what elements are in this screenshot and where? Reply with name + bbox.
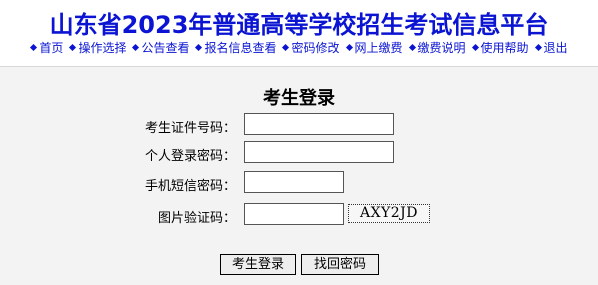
captcha-image[interactable]: AXY2JD <box>348 204 430 223</box>
captcha-input[interactable] <box>244 203 344 225</box>
nav-label: 报名信息查看 <box>204 40 277 55</box>
id-number-label: 考生证件号码： <box>144 121 236 136</box>
diamond-bullet-icon <box>69 43 77 51</box>
site-title: 山东省2023年普通高等学校招生考试信息平台 <box>49 11 549 39</box>
form-row-password: 个人登录密码： <box>0 141 598 165</box>
diamond-bullet-icon <box>345 43 353 51</box>
form-row-id-number: 考生证件号码： <box>0 113 598 137</box>
nav-item-password-change[interactable]: 密码修改 <box>282 39 340 56</box>
diamond-bullet-icon <box>471 43 479 51</box>
nav-item-help[interactable]: 使用帮助 <box>471 39 529 56</box>
diamond-bullet-icon <box>30 43 38 51</box>
diamond-bullet-icon <box>132 43 140 51</box>
nav-label: 退出 <box>543 40 568 55</box>
nav-item-announcements[interactable]: 公告查看 <box>132 39 189 56</box>
login-panel: 考生登录 考生证件号码： 个人登录密码： 手机短信密码： 图片验证码： AXY2… <box>0 67 598 285</box>
login-button[interactable]: 考生登录 <box>220 254 296 275</box>
nav-bar: 首页 操作选择 公告查看 报名信息查看 密码修改 网上缴费 缴费说明 使用帮助 … <box>0 39 598 55</box>
nav-label: 使用帮助 <box>480 40 529 55</box>
sms-code-input[interactable] <box>244 171 344 193</box>
nav-label: 公告查看 <box>141 40 190 55</box>
nav-item-online-payment[interactable]: 网上缴费 <box>345 39 403 56</box>
nav-label: 密码修改 <box>291 40 340 55</box>
diamond-bullet-icon <box>408 43 416 51</box>
nav-label: 首页 <box>39 40 64 55</box>
nav-label: 网上缴费 <box>354 40 403 55</box>
nav-item-logout[interactable]: 退出 <box>534 39 568 56</box>
id-number-input[interactable] <box>244 113 394 135</box>
nav-label: 缴费说明 <box>417 40 466 55</box>
password-input[interactable] <box>244 141 394 163</box>
header: 山东省2023年普通高等学校招生考试信息平台 首页 操作选择 公告查看 报名信息… <box>0 0 598 66</box>
diamond-bullet-icon <box>195 43 203 51</box>
nav-item-operation-select[interactable]: 操作选择 <box>69 39 126 56</box>
diamond-bullet-icon <box>534 43 542 51</box>
nav-label: 操作选择 <box>78 40 127 55</box>
recover-password-button[interactable]: 找回密码 <box>301 254 379 275</box>
sms-code-label: 手机短信密码： <box>144 179 236 194</box>
captcha-label: 图片验证码： <box>157 211 236 226</box>
nav-item-registration-info[interactable]: 报名信息查看 <box>195 39 276 56</box>
password-label: 个人登录密码： <box>144 149 236 164</box>
form-row-captcha: 图片验证码： AXY2JD <box>0 203 598 227</box>
login-title: 考生登录 <box>263 88 335 109</box>
form-row-sms-code: 手机短信密码： <box>0 171 598 195</box>
nav-item-payment-notes[interactable]: 缴费说明 <box>408 39 466 56</box>
nav-item-home[interactable]: 首页 <box>30 39 63 56</box>
diamond-bullet-icon <box>282 43 290 51</box>
